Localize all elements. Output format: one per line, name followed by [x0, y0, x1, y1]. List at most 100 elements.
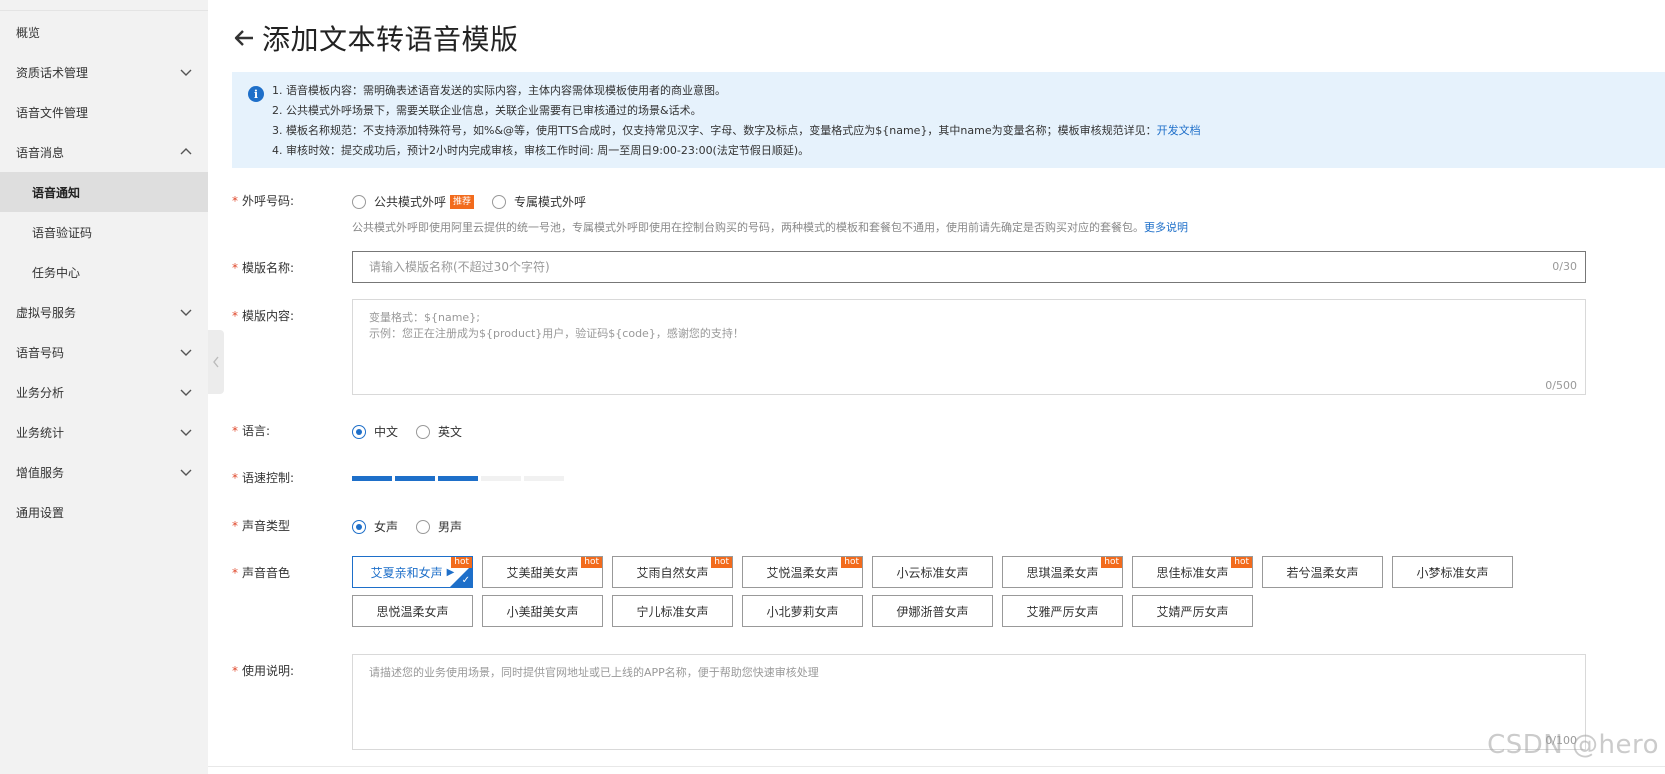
voice-option-label: 艾悦温柔女声	[766, 565, 839, 580]
notice-banner: i 1. 语音模板内容：需明确表述语音发送的实际内容，主体内容需体现模板使用者的…	[232, 72, 1665, 168]
voice-option-label: 艾雅严厉女声	[1026, 604, 1099, 619]
radio-private-outbound[interactable]: 专属模式外呼	[492, 193, 586, 210]
check-icon: ✓	[461, 575, 470, 586]
usage-textarea[interactable]: 请描述您的业务使用场景，同时提供官网地址或已上线的APP名称，便于帮助您快速审核…	[352, 654, 1586, 750]
usage-placeholder: 请描述您的业务使用场景，同时提供官网地址或已上线的APP名称，便于帮助您快速审核…	[369, 666, 819, 679]
sidebar-item-label: 虚拟号服务	[16, 305, 77, 320]
sidebar-divider	[0, 10, 208, 11]
voice-option-label: 小美甜美女声	[506, 604, 579, 619]
radio-public-outbound[interactable]: 公共模式外呼 推荐	[352, 193, 475, 210]
voice-option[interactable]: 艾夏亲和女声 ▶ ✓ hot	[352, 556, 473, 588]
sidebar-item-value-added[interactable]: 增值服务	[0, 452, 208, 492]
voice-option-label: 艾夏亲和女声	[370, 565, 443, 580]
sidebar-item-task-center[interactable]: 任务中心	[0, 252, 208, 292]
voice-option[interactable]: 艾雨自然女声 hot	[612, 556, 733, 588]
template-content-placeholder: 变量格式：${name}; 示例：您正在注册成为${product}用户，验证码…	[369, 310, 744, 342]
chevron-down-icon	[180, 349, 192, 356]
template-content-textarea[interactable]: 变量格式：${name}; 示例：您正在注册成为${product}用户，验证码…	[352, 299, 1586, 395]
voice-option-label: 小北萝莉女声	[766, 604, 839, 619]
voice-option[interactable]: 小美甜美女声	[482, 595, 603, 627]
radio-circle-checked	[352, 424, 366, 439]
page-header: 添加文本转语音模版	[232, 18, 519, 58]
sidebar-item-label: 概览	[16, 25, 41, 40]
language-radio-group: 中文 英文	[352, 423, 480, 440]
voice-option[interactable]: 艾婧严厉女声	[1132, 595, 1253, 627]
voice-option[interactable]: 思佳标准女声 hot	[1132, 556, 1253, 588]
watermark: CSDN @hero	[1487, 730, 1659, 760]
voice-option[interactable]: 艾美甜美女声 hot	[482, 556, 603, 588]
sidebar-item-label: 业务分析	[16, 385, 65, 400]
timbre-label: * 声音音色	[232, 564, 290, 581]
sidebar-item-label: 通用设置	[16, 505, 65, 520]
template-name-input[interactable]	[353, 252, 1585, 282]
voice-option-label: 艾雨自然女声	[636, 565, 709, 580]
radio-english[interactable]: 英文	[416, 423, 462, 440]
sidebar-item-general-settings[interactable]: 通用设置	[0, 492, 208, 532]
notice-line-3: 3. 模板名称规范：不支持添加特殊符号，如%&@等，使用TTS合成时，仅支持常见…	[272, 121, 1653, 141]
required-mark: *	[232, 519, 238, 533]
voice-option[interactable]: 小北萝莉女声	[742, 595, 863, 627]
main-content: 添加文本转语音模版 i 1. 语音模板内容：需明确表述语音发送的实际内容，主体内…	[208, 0, 1665, 774]
sidebar-item-voice-files[interactable]: 语音文件管理	[0, 92, 208, 132]
more-info-link[interactable]: 更多说明	[1144, 221, 1188, 234]
radio-chinese[interactable]: 中文	[352, 423, 398, 440]
speed-segment[interactable]	[481, 476, 521, 481]
radio-label: 男声	[438, 520, 463, 534]
sidebar-item-business-stats[interactable]: 业务统计	[0, 412, 208, 452]
voice-option-label: 思琪温柔女声	[1026, 565, 1099, 580]
template-name-label: * 模版名称:	[232, 259, 294, 276]
voice-option[interactable]: 艾悦温柔女声 hot	[742, 556, 863, 588]
radio-male[interactable]: 男声	[416, 518, 462, 535]
sidebar: 概览 资质话术管理 语音文件管理 语音消息 语音通知 语音验证码 任务中心 虚拟…	[0, 0, 208, 774]
sidebar-item-voice-message[interactable]: 语音消息	[0, 132, 208, 172]
back-arrow-icon[interactable]	[232, 26, 256, 50]
voice-option[interactable]: 思悦温柔女声	[352, 595, 473, 627]
speed-segment[interactable]	[395, 476, 435, 481]
page-title: 添加文本转语音模版	[262, 23, 519, 56]
chevron-down-icon	[180, 69, 192, 76]
sidebar-item-overview[interactable]: 概览	[0, 12, 208, 52]
language-label: * 语言:	[232, 422, 270, 439]
sidebar-item-label: 语音验证码	[32, 225, 93, 240]
voice-option[interactable]: 艾雅严厉女声	[1002, 595, 1123, 627]
radio-circle-checked	[352, 519, 366, 534]
speed-segment[interactable]	[524, 476, 564, 481]
voice-option[interactable]: 若兮温柔女声	[1262, 556, 1383, 588]
voice-option[interactable]: 小云标准女声	[872, 556, 993, 588]
hot-badge: hot	[711, 557, 732, 568]
required-mark: *	[232, 471, 238, 485]
speed-slider[interactable]	[352, 476, 567, 481]
voice-option[interactable]: 小梦标准女声	[1392, 556, 1513, 588]
template-content-counter: 0/500	[1545, 379, 1577, 392]
outbound-radio-group: 公共模式外呼 推荐 专属模式外呼	[352, 193, 604, 210]
sidebar-item-qualification[interactable]: 资质话术管理	[0, 52, 208, 92]
sidebar-item-business-analysis[interactable]: 业务分析	[0, 372, 208, 412]
template-name-field[interactable]: 0/30	[352, 251, 1586, 283]
voice-option[interactable]: 思琪温柔女声 hot	[1002, 556, 1123, 588]
voice-option-label: 小梦标准女声	[1416, 565, 1489, 580]
required-mark: *	[232, 194, 238, 208]
sidebar-item-virtual-number[interactable]: 虚拟号服务	[0, 292, 208, 332]
sidebar-item-voice-number[interactable]: 语音号码	[0, 332, 208, 372]
recommend-badge: 推荐	[450, 194, 475, 209]
radio-female[interactable]: 女声	[352, 518, 398, 535]
notice-line-3-text: 3. 模板名称规范：不支持添加特殊符号，如%&@等，使用TTS合成时，仅支持常见…	[272, 124, 1157, 137]
voice-option-label: 伊娜浙普女声	[896, 604, 969, 619]
voice-option[interactable]: 伊娜浙普女声	[872, 595, 993, 627]
required-mark: *	[232, 261, 238, 275]
usage-label: * 使用说明:	[232, 662, 294, 679]
voice-option[interactable]: 宁儿标准女声	[612, 595, 733, 627]
radio-circle	[416, 519, 431, 534]
hot-badge: hot	[1101, 557, 1122, 568]
sidebar-item-label: 语音文件管理	[16, 105, 89, 120]
info-icon: i	[248, 86, 264, 102]
sidebar-item-voice-notification[interactable]: 语音通知	[0, 172, 208, 212]
dev-docs-link[interactable]: 开发文档	[1157, 124, 1201, 137]
speed-segment[interactable]	[352, 476, 392, 481]
speed-segment[interactable]	[438, 476, 478, 481]
chevron-up-icon	[180, 148, 192, 155]
radio-label: 女声	[374, 520, 399, 534]
usage-label-text: 使用说明:	[242, 664, 295, 678]
sidebar-item-voice-captcha[interactable]: 语音验证码	[0, 212, 208, 252]
voice-option-label: 思佳标准女声	[1156, 565, 1229, 580]
